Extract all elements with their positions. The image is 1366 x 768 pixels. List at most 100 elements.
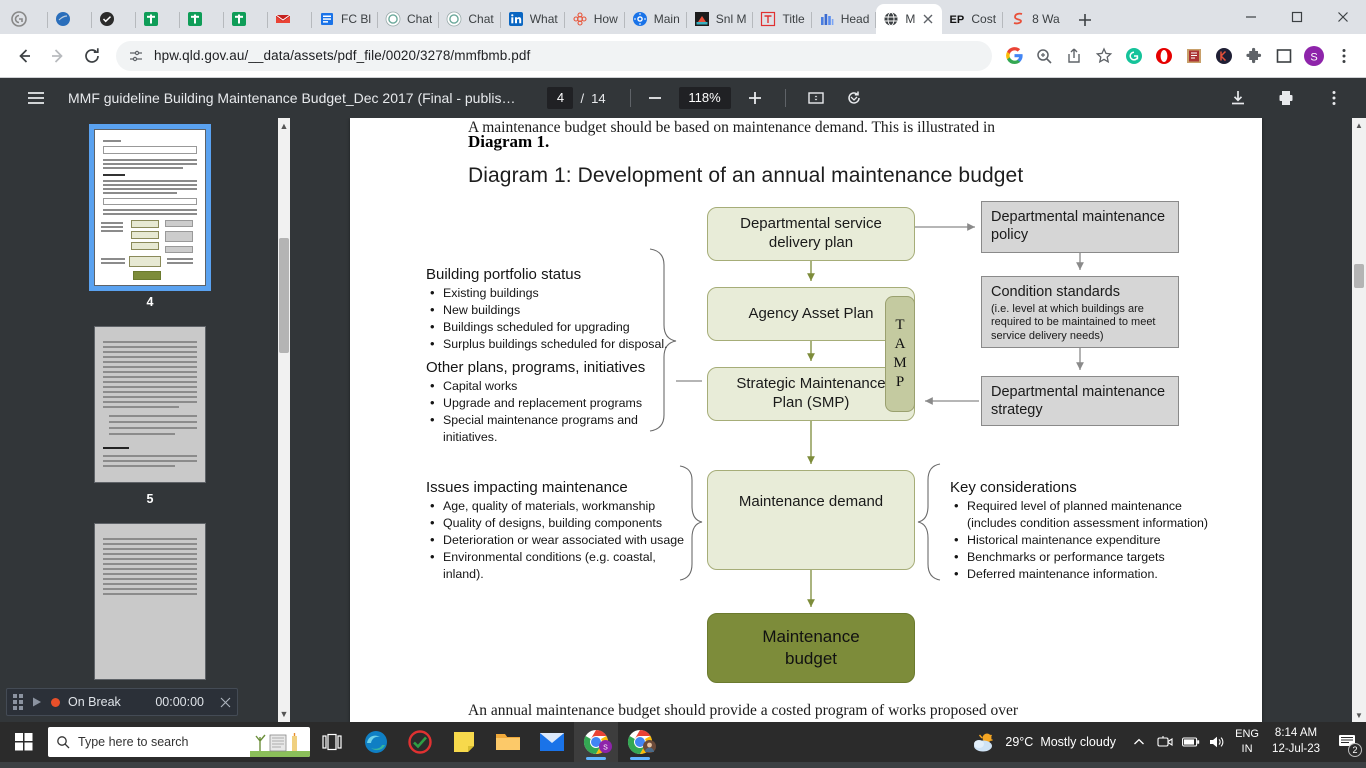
list-item: Environmental conditions (e.g. coastal, …	[426, 548, 691, 583]
browser-tab[interactable]	[136, 4, 180, 34]
thumbnail-item[interactable]: 6	[95, 524, 205, 703]
close-icon[interactable]	[220, 697, 231, 708]
browser-tab[interactable]: Chat	[378, 4, 440, 34]
time-tracker-widget[interactable]: On Break 00:00:00	[6, 688, 238, 716]
taskbar-app-chrome-profile[interactable]	[618, 722, 662, 762]
profile-avatar[interactable]: S	[1300, 42, 1328, 70]
puzzle-ext-icon[interactable]	[1240, 42, 1268, 70]
browser-tab[interactable]	[224, 4, 268, 34]
tray-camera-icon[interactable]	[1152, 722, 1178, 762]
notification-center-button[interactable]: 2	[1328, 722, 1366, 762]
taskbar-search-box[interactable]: Type here to search	[48, 727, 310, 757]
zoom-out-button[interactable]	[641, 84, 669, 112]
scrollbar-thumb[interactable]	[279, 238, 289, 353]
opera-ext-icon[interactable]	[1150, 42, 1178, 70]
box-maintenance-demand: Maintenance demand	[707, 470, 915, 570]
browser-tab[interactable]: EP Cost	[942, 4, 1003, 34]
thumbnail-item[interactable]: 5	[95, 327, 205, 506]
chrome-menu-icon[interactable]	[1330, 42, 1358, 70]
page-scrollbar[interactable]: ▲ ▼	[1352, 118, 1366, 722]
browser-tab[interactable]	[180, 4, 224, 34]
thumbnail-page-6[interactable]	[95, 524, 205, 679]
fit-page-button[interactable]	[802, 84, 830, 112]
thumbnail-page-5[interactable]	[95, 327, 205, 482]
pdf-more-options-button[interactable]	[1320, 84, 1348, 112]
site-settings-icon[interactable]	[128, 48, 144, 64]
print-button[interactable]	[1272, 84, 1300, 112]
list-item: New buildings	[426, 301, 671, 319]
scrollbar-thumb[interactable]	[1354, 264, 1364, 288]
scroll-up-arrow[interactable]: ▲	[1352, 118, 1366, 132]
forward-button[interactable]	[42, 40, 74, 72]
rotate-button[interactable]	[840, 84, 868, 112]
tray-battery-icon[interactable]	[1178, 722, 1204, 762]
pdf-ext-icon[interactable]	[1180, 42, 1208, 70]
new-tab-button[interactable]	[1071, 6, 1099, 34]
browser-tab[interactable]: What	[501, 4, 565, 34]
scroll-up-arrow[interactable]: ▲	[278, 118, 290, 134]
maximize-button[interactable]	[1274, 0, 1320, 34]
start-button[interactable]	[2, 722, 46, 762]
tray-overflow-button[interactable]	[1126, 722, 1152, 762]
plus-icon	[748, 92, 761, 104]
close-icon[interactable]	[921, 12, 935, 26]
clock-widget[interactable]: 8:14 AM 12-Jul-23	[1264, 726, 1328, 757]
weather-widget[interactable]: 29°C Mostly cloudy	[972, 731, 1126, 753]
download-button[interactable]	[1224, 84, 1252, 112]
sidepanel-icon[interactable]	[1270, 42, 1298, 70]
zoom-search-icon[interactable]	[1030, 42, 1058, 70]
bookmark-star-icon[interactable]	[1090, 42, 1118, 70]
reload-button[interactable]	[76, 40, 108, 72]
browser-tab[interactable]	[48, 4, 92, 34]
box-label: Departmental maintenance policy	[991, 209, 1166, 243]
taskbar-app-mail[interactable]	[530, 722, 574, 762]
tamp-letter: A	[894, 336, 906, 352]
list-item: Deferred maintenance information.	[950, 565, 1210, 583]
edge-icon	[365, 731, 387, 753]
zoom-in-button[interactable]	[741, 84, 769, 112]
browser-tab[interactable]: Snl M	[687, 4, 754, 34]
thumbnail-pane[interactable]: 4 5 ▲ ▼	[0, 118, 300, 722]
browser-tab[interactable]: FC Bl	[312, 4, 378, 34]
minimize-button[interactable]	[1228, 0, 1274, 34]
tray-volume-icon[interactable]	[1204, 722, 1230, 762]
thumbnail-scrollbar[interactable]: ▲ ▼	[278, 118, 290, 722]
taskbar-app-edge[interactable]	[354, 722, 398, 762]
google-icon[interactable]	[1000, 42, 1028, 70]
browser-tab[interactable]: Chat	[439, 4, 501, 34]
taskbar-app-chrome[interactable]: S	[574, 722, 618, 762]
browser-tab[interactable]: Main	[625, 4, 687, 34]
share-icon[interactable]	[1060, 42, 1088, 70]
thumbnail-page-label: 5	[146, 492, 154, 506]
address-bar[interactable]: hpw.qld.gov.au/__data/assets/pdf_file/00…	[116, 40, 992, 71]
drag-grip-icon[interactable]	[13, 694, 23, 710]
browser-tab[interactable]	[4, 4, 48, 34]
taskbar-app-sticky-notes[interactable]	[442, 722, 486, 762]
scroll-down-arrow[interactable]: ▼	[278, 706, 290, 722]
blue-chart-icon	[820, 14, 834, 25]
browser-tab[interactable]	[92, 4, 136, 34]
browser-tab-active[interactable]: M	[876, 4, 943, 34]
close-window-button[interactable]	[1320, 0, 1366, 34]
rotate-icon	[847, 91, 860, 104]
zoom-level-input[interactable]: 118%	[678, 87, 731, 109]
taskbar-app-file-explorer[interactable]	[486, 722, 530, 762]
sidebar-toggle-button[interactable]	[22, 84, 50, 112]
browser-tab[interactable]: 8 Wa	[1003, 4, 1067, 34]
task-view-button[interactable]	[310, 722, 354, 762]
kami-ext-icon[interactable]	[1210, 42, 1238, 70]
thumbnail-page-4[interactable]	[89, 124, 211, 291]
browser-tab[interactable]: Title	[753, 4, 812, 34]
browser-tab[interactable]	[268, 4, 312, 34]
browser-tab[interactable]: How	[565, 4, 625, 34]
back-button[interactable]	[8, 40, 40, 72]
browser-tab[interactable]: Head	[812, 4, 877, 34]
thumbnail-item[interactable]: 4	[89, 124, 211, 309]
grammarly-ext-icon[interactable]	[1120, 42, 1148, 70]
taskbar-app-antivirus[interactable]	[398, 722, 442, 762]
language-indicator[interactable]: ENG IN	[1230, 727, 1264, 757]
annotation-heading: Issues impacting maintenance	[426, 479, 628, 496]
page-number-input[interactable]: 4	[547, 87, 574, 109]
play-icon[interactable]	[31, 696, 43, 708]
scroll-down-arrow[interactable]: ▼	[1352, 708, 1366, 722]
